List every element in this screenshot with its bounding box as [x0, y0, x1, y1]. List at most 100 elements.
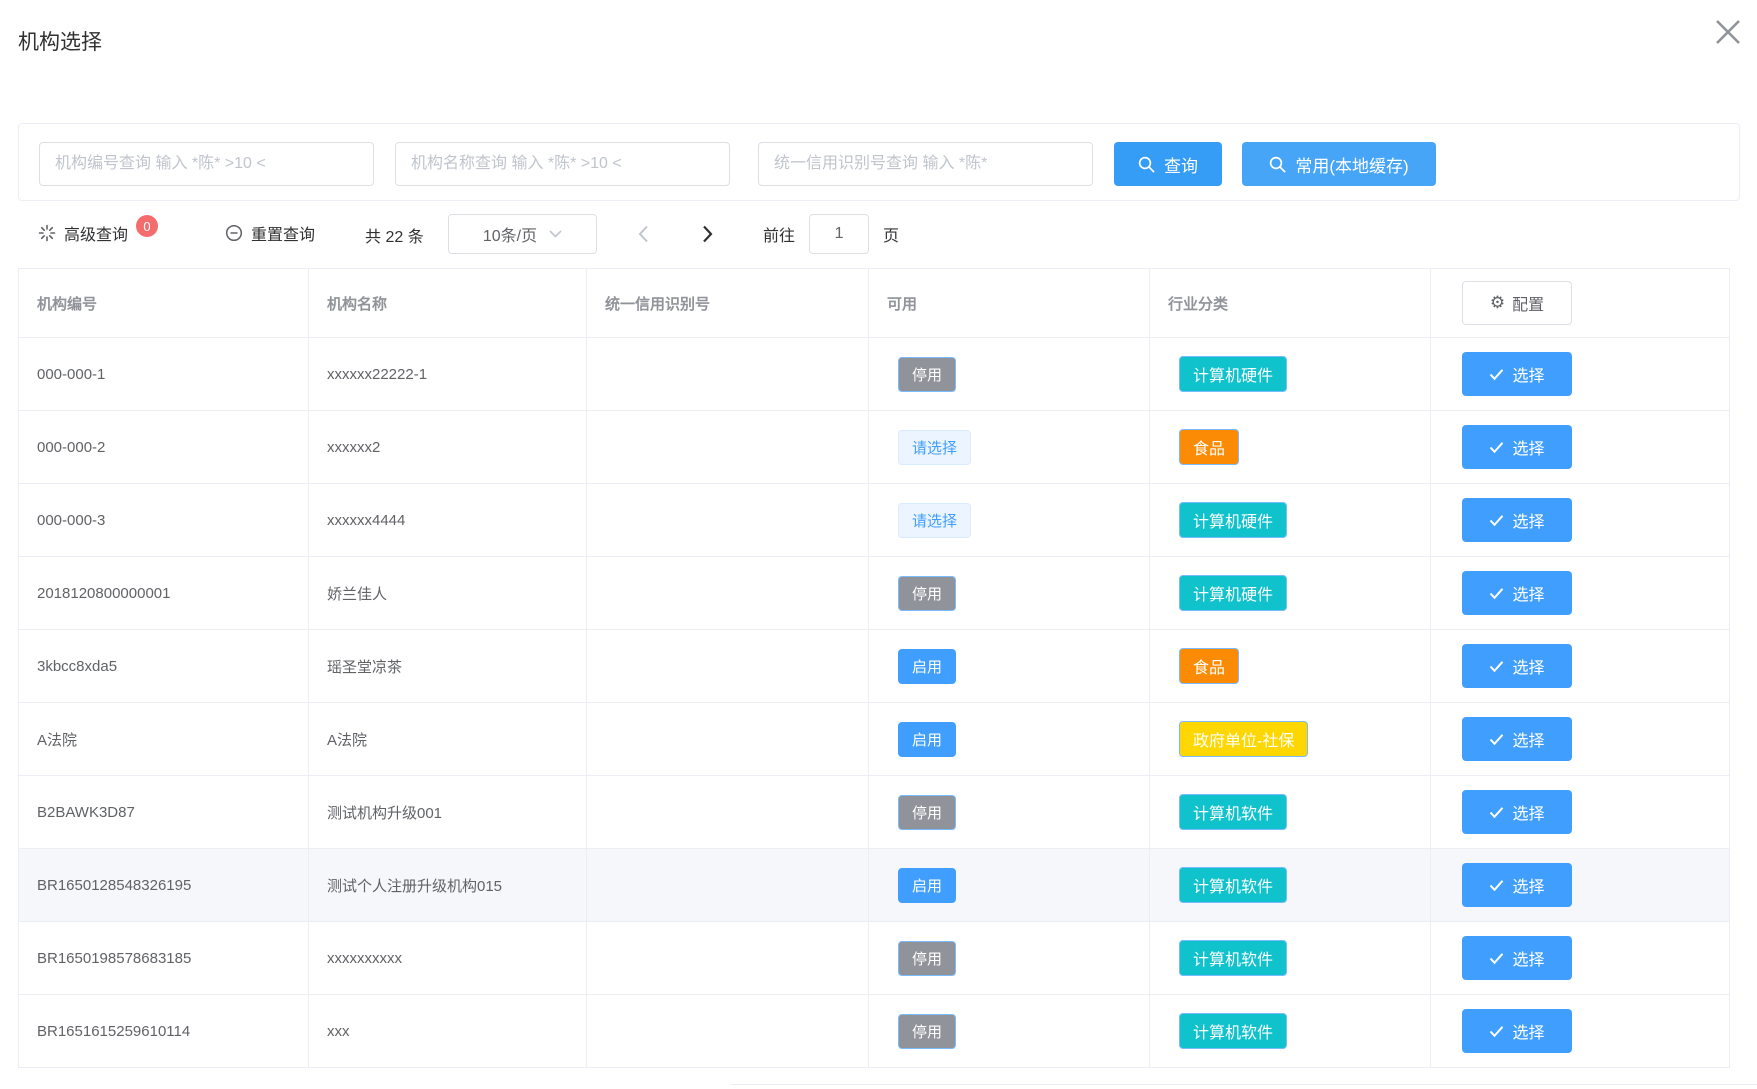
search-icon — [1269, 156, 1286, 173]
prev-page-button[interactable] — [630, 218, 656, 250]
status-badge[interactable]: 请选择 — [898, 430, 971, 465]
industry-tag[interactable]: 计算机软件 — [1179, 1013, 1287, 1049]
action-cell: 选择 — [1431, 703, 1729, 775]
status-badge[interactable]: 停用 — [898, 357, 956, 392]
industry-cell: 计算机硬件 — [1150, 557, 1431, 629]
column-header-5: 行业分类 — [1150, 269, 1431, 337]
action-cell: 选择 — [1431, 557, 1729, 629]
status-badge[interactable]: 启用 — [898, 722, 956, 757]
next-page-button[interactable] — [694, 218, 720, 250]
status-cell: 停用 — [869, 995, 1150, 1067]
chevron-right-icon — [702, 225, 713, 243]
org-code-cell: 000-000-3 — [19, 484, 309, 556]
org-name-cell: xxxxxx4444 — [309, 484, 587, 556]
industry-cell: 计算机硬件 — [1150, 338, 1431, 410]
query-button[interactable]: 查询 — [1114, 142, 1222, 186]
industry-tag[interactable]: 计算机软件 — [1179, 867, 1287, 903]
table-row: 000-000-1xxxxxx22222-1停用计算机硬件选择 — [19, 338, 1729, 411]
goto-page-input[interactable] — [809, 214, 869, 254]
table-row: 2018120800000001娇兰佳人停用计算机硬件选择 — [19, 557, 1729, 630]
credit-id-cell — [587, 849, 869, 921]
check-icon — [1489, 879, 1504, 892]
status-badge[interactable]: 启用 — [898, 649, 956, 684]
industry-tag[interactable]: 计算机软件 — [1179, 940, 1287, 976]
action-cell: 选择 — [1431, 630, 1729, 702]
status-badge[interactable]: 停用 — [898, 941, 956, 976]
starburst-icon — [38, 224, 56, 242]
check-icon — [1489, 368, 1504, 381]
status-badge[interactable]: 停用 — [898, 795, 956, 830]
org-name-cell: xxxxxxxxxx — [309, 922, 587, 994]
search-icon — [1138, 156, 1155, 173]
industry-tag[interactable]: 计算机硬件 — [1179, 575, 1287, 611]
industry-cell: 计算机软件 — [1150, 995, 1431, 1067]
credit-id-input[interactable] — [758, 142, 1093, 186]
select-button[interactable]: 选择 — [1462, 790, 1572, 834]
select-button[interactable]: 选择 — [1462, 352, 1572, 396]
check-icon — [1489, 441, 1504, 454]
status-badge[interactable]: 停用 — [898, 576, 956, 611]
org-code-input[interactable] — [39, 142, 374, 186]
select-button-label: 选择 — [1512, 1019, 1544, 1043]
select-button[interactable]: 选择 — [1462, 1009, 1572, 1053]
org-name-cell: xxx — [309, 995, 587, 1067]
org-code-cell: BR1650128548326195 — [19, 849, 309, 921]
select-button[interactable]: 选择 — [1462, 863, 1572, 907]
table-row: 000-000-2xxxxxx2 请选择 食品 选择 — [19, 411, 1729, 484]
select-button-label: 选择 — [1512, 946, 1544, 970]
column-header-3: 统一信用识别号 — [587, 269, 869, 337]
advanced-query-button[interactable]: 高级查询 0 — [38, 221, 158, 245]
table-row: 3kbcc8xda5瑶圣堂凉茶启用食品选择 — [19, 630, 1729, 703]
select-button-label: 选择 — [1512, 435, 1544, 459]
credit-id-cell — [587, 338, 869, 410]
action-cell: 选择 — [1431, 922, 1729, 994]
goto-label: 前往 — [763, 222, 795, 246]
select-button[interactable]: 选择 — [1462, 425, 1572, 469]
industry-tag[interactable]: 政府单位-社保 — [1179, 721, 1308, 757]
common-cache-button-label: 常用(本地缓存) — [1295, 152, 1408, 177]
page-size-select[interactable]: 10条/页 — [448, 214, 597, 254]
select-button[interactable]: 选择 — [1462, 571, 1572, 615]
select-button-label: 选择 — [1512, 508, 1544, 532]
credit-id-cell — [587, 995, 869, 1067]
org-code-cell: A法院 — [19, 703, 309, 775]
org-name-input[interactable] — [395, 142, 730, 186]
search-panel: 查询 常用(本地缓存) — [18, 123, 1740, 201]
credit-id-cell — [587, 776, 869, 848]
org-name-cell: 娇兰佳人 — [309, 557, 587, 629]
status-cell: 启用 — [869, 703, 1150, 775]
credit-id-cell — [587, 411, 869, 483]
select-button[interactable]: 选择 — [1462, 498, 1572, 542]
column-header-4: 可用 — [869, 269, 1150, 337]
close-button[interactable] — [1708, 12, 1748, 52]
credit-id-cell — [587, 922, 869, 994]
select-button[interactable]: 选择 — [1462, 644, 1572, 688]
check-icon — [1489, 806, 1504, 819]
industry-tag[interactable]: 计算机硬件 — [1179, 356, 1287, 392]
reset-query-button[interactable]: 重置查询 — [225, 221, 315, 245]
org-name-cell: xxxxxx22222-1 — [309, 338, 587, 410]
industry-tag[interactable]: 食品 — [1179, 648, 1239, 684]
org-code-cell: 3kbcc8xda5 — [19, 630, 309, 702]
industry-tag[interactable]: 计算机软件 — [1179, 794, 1287, 830]
status-badge[interactable]: 停用 — [898, 1014, 956, 1049]
select-button-label: 选择 — [1512, 654, 1544, 678]
config-button-label: 配置 — [1512, 291, 1544, 315]
check-icon — [1489, 733, 1504, 746]
status-badge[interactable]: 请选择 — [898, 503, 971, 538]
table-row: BR1650198578683185xxxxxxxxxx停用计算机软件选择 — [19, 922, 1729, 995]
org-name-cell: xxxxxx2 — [309, 411, 587, 483]
select-button[interactable]: 选择 — [1462, 717, 1572, 761]
industry-tag[interactable]: 计算机硬件 — [1179, 502, 1287, 538]
check-icon — [1489, 952, 1504, 965]
select-button[interactable]: 选择 — [1462, 936, 1572, 980]
config-button[interactable]: ⚙配置 — [1462, 281, 1572, 325]
industry-tag[interactable]: 食品 — [1179, 429, 1239, 465]
status-cell: 启用 — [869, 630, 1150, 702]
status-badge[interactable]: 启用 — [898, 868, 956, 903]
status-cell: 启用 — [869, 849, 1150, 921]
industry-cell: 政府单位-社保 — [1150, 703, 1431, 775]
common-cache-button[interactable]: 常用(本地缓存) — [1242, 142, 1436, 186]
org-code-cell: 000-000-2 — [19, 411, 309, 483]
close-icon — [1712, 16, 1744, 48]
